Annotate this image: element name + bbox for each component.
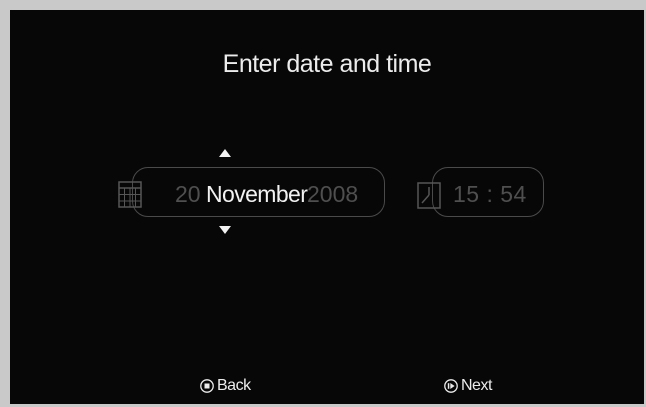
page-title: Enter date and time [222, 50, 432, 78]
calendar-icon [118, 181, 142, 208]
screen: Enter date and time 20 November 2008 15 … [10, 10, 644, 404]
next-label: Next [461, 377, 492, 394]
date-day[interactable]: 20 [175, 181, 201, 207]
time-value[interactable]: 15 : 54 [453, 181, 527, 207]
back-label: Back [217, 377, 251, 394]
date-year[interactable]: 2008 [307, 181, 358, 207]
next-button[interactable]: Next [444, 376, 492, 396]
date-month[interactable]: November [206, 181, 308, 207]
clock-icon [417, 182, 441, 209]
back-button[interactable]: Back [200, 376, 251, 396]
play-button-icon [444, 379, 458, 393]
down-arrow-icon[interactable] [219, 226, 231, 234]
stop-button-icon [200, 379, 214, 393]
up-arrow-icon[interactable] [219, 149, 231, 157]
